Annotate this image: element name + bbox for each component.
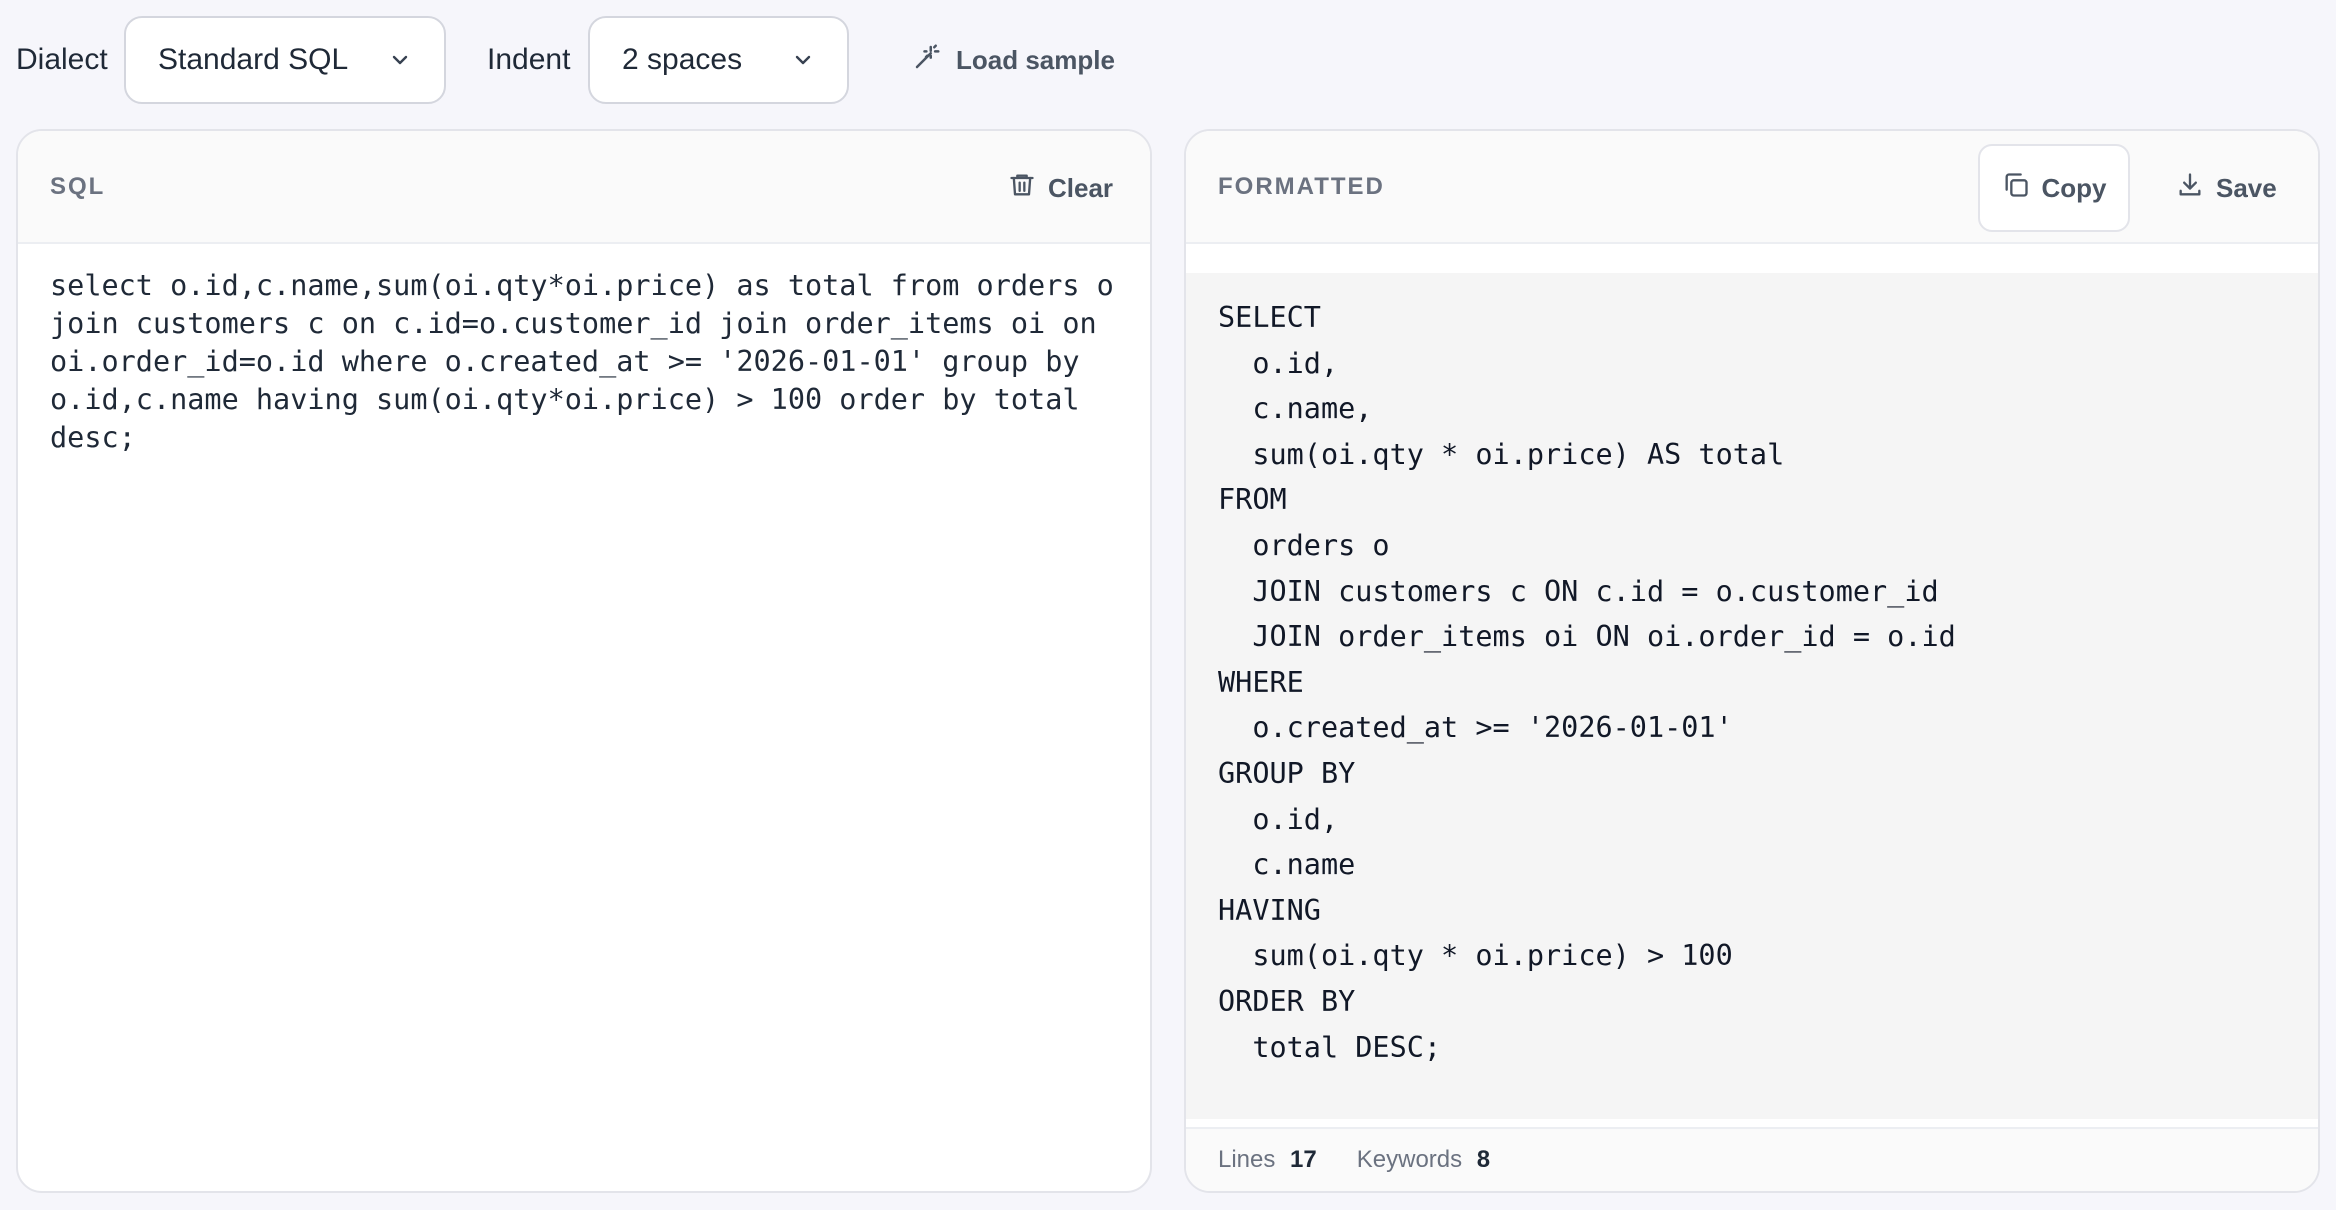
load-sample-label: Load sample (956, 44, 1115, 75)
save-button[interactable]: Save (2160, 144, 2293, 232)
indent-select-value: 2 spaces (622, 43, 743, 76)
trash-icon (1008, 171, 1036, 206)
sql-input-panel: SQL Clear select o.id,c.name,sum(oi.qty*… (16, 129, 1152, 1193)
formatted-panel-title: FORMATTED (1218, 173, 1385, 200)
dialect-label: Dialect (16, 43, 108, 76)
sql-input[interactable]: select o.id,c.name,sum(oi.qty*oi.price) … (50, 267, 1130, 1147)
formatted-stats-bar: Lines 17 Keywords 8 (1186, 1127, 2318, 1191)
chevron-down-icon (791, 48, 815, 72)
keywords-value: 8 (1476, 1146, 1491, 1173)
indent-select[interactable]: 2 spaces (588, 16, 849, 104)
copy-button[interactable]: Copy (1978, 144, 2130, 232)
keywords-stat: Keywords 8 (1357, 1146, 1490, 1174)
formatted-output-panel: FORMATTED Copy Save SELECT o.id, c.name,… (1184, 129, 2320, 1193)
chevron-down-icon (388, 48, 412, 72)
formatted-code-area: SELECT o.id, c.name, sum(oi.qty * oi.pri… (1186, 273, 2318, 1119)
magic-wand-icon (912, 42, 942, 79)
dialect-select-value: Standard SQL (158, 43, 349, 76)
toolbar: Dialect Standard SQL Indent 2 spaces Loa… (0, 0, 2336, 120)
dialect-select[interactable]: Standard SQL (124, 16, 446, 104)
indent-label: Indent (487, 43, 571, 76)
keywords-label: Keywords (1356, 1146, 1463, 1173)
clear-label: Clear (1048, 172, 1114, 203)
copy-icon (2002, 171, 2030, 206)
load-sample-button[interactable]: Load sample (912, 34, 1115, 86)
copy-label: Copy (2041, 172, 2107, 203)
formatted-sql: SELECT o.id, c.name, sum(oi.qty * oi.pri… (1218, 301, 1956, 1064)
formatted-panel-header: FORMATTED Copy Save (1186, 131, 2318, 244)
lines-stat: Lines 17 (1218, 1146, 1317, 1174)
lines-value: 17 (1290, 1146, 1317, 1173)
lines-label: Lines (1218, 1146, 1276, 1173)
download-icon (2176, 171, 2204, 206)
sql-panel-title: SQL (50, 173, 106, 200)
sql-panel-header: SQL Clear (18, 131, 1150, 244)
clear-button[interactable]: Clear (992, 144, 1129, 232)
save-label: Save (2216, 172, 2277, 203)
